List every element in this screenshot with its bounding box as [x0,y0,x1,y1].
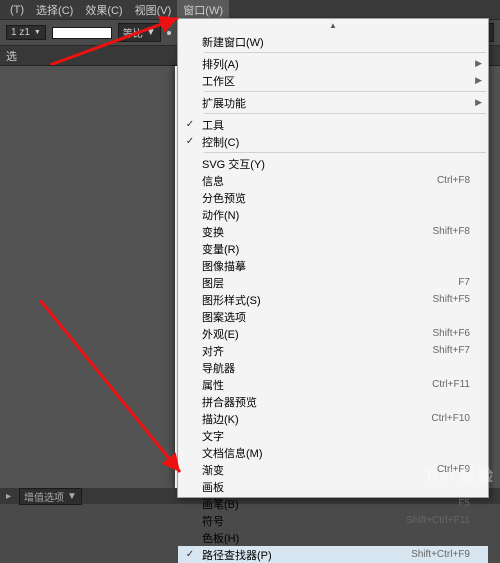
status-select[interactable]: 增值选项 ▼ [19,488,82,505]
menu-separator [204,91,486,92]
menu-item-label: 图案选项 [202,309,470,325]
window-menu-dropdown: ▲新建窗口(W)排列(A)▶工作区▶扩展功能▶✓工具✓控制(C)SVG 交互(Y… [177,18,489,498]
menu-item[interactable]: ✓控制(C) [178,133,488,150]
menu-item[interactable]: 属性Ctrl+F11 [178,376,488,393]
menu-item[interactable]: 图案选项 [178,308,488,325]
menu-item[interactable]: 拼合器预览 [178,393,488,410]
menu-item-label: 新建窗口(W) [202,34,470,50]
watermark: Bai 经验 [427,462,494,486]
menu-item-label: 对齐 [202,343,432,359]
menu-item[interactable]: ✓路径查找器(P)Shift+Ctrl+F9 [178,546,488,563]
menu-item[interactable]: 信息Ctrl+F8 [178,172,488,189]
menu-item[interactable]: 排列(A) ▶ [178,55,488,72]
menu-item-label: 工作区 [202,73,470,89]
menu-scroll-up[interactable]: ▲ [178,21,488,33]
menu-item-label: 变换 [202,224,432,240]
menu-item[interactable]: 变换Shift+F8 [178,223,488,240]
menu-item[interactable]: 变量(R) [178,240,488,257]
check-icon: ✓ [178,549,202,560]
menu-item-label: 分色预览 [202,190,470,206]
zoom-select[interactable]: 1 z1 ▼ [6,25,46,40]
caret-down-icon: ▼ [67,491,77,502]
menu-effect[interactable]: 效果(C) [79,0,128,20]
menu-separator [204,152,486,153]
menu-item[interactable]: 扩展功能 ▶ [178,94,488,111]
menu-item[interactable]: SVG 交互(Y) [178,155,488,172]
menu-shortcut: Ctrl+F8 [437,175,470,186]
menu-item-label: 导航器 [202,360,470,376]
submenu-arrow-icon: ▶ [475,58,482,69]
menu-item-label: 符号 [202,513,406,529]
menu-shortcut: Shift+Ctrl+F11 [406,515,470,526]
menu-item[interactable]: 动作(N) [178,206,488,223]
caret-down-icon: ▼ [146,27,156,38]
menu-item-label: 图层 [202,275,458,291]
menu-shortcut: Ctrl+F11 [432,379,470,390]
menu-item[interactable]: 导航器 [178,359,488,376]
ratio-label: 等比 [123,25,143,40]
menu-separator [204,52,486,53]
menu-item-label: 控制(C) [202,134,470,150]
menu-view[interactable]: 视图(V) [129,0,178,20]
menu-shortcut: Shift+F8 [432,226,470,237]
dot-icon [167,31,171,35]
menu-t[interactable]: (T) [4,2,30,18]
ratio-select[interactable]: 等比 ▼ [118,23,161,42]
menu-item-label: 动作(N) [202,207,470,223]
status-cursor-icon: ▸ [6,491,11,502]
menu-item[interactable]: 图像描摹 [178,257,488,274]
menu-separator [204,113,486,114]
menu-shortcut: Shift+F6 [432,328,470,339]
subbar-label: 选 [6,48,17,64]
check-icon: ✓ [178,119,202,130]
menu-item-label: 图形样式(S) [202,292,432,308]
menu-item-label: 图像描摹 [202,258,470,274]
menu-item-label: 渐变 [202,462,437,478]
menu-item-label: 变量(R) [202,241,470,257]
menu-item[interactable]: ✓工具 [178,116,488,133]
menu-shortcut: F7 [458,277,470,288]
menu-item-label: 描边(K) [202,411,431,427]
menu-shortcut: Shift+Ctrl+F9 [411,549,470,560]
menu-select[interactable]: 选择(C) [30,0,79,20]
menu-item[interactable]: 对齐Shift+F7 [178,342,488,359]
menu-shortcut: Shift+F5 [432,294,470,305]
menu-item[interactable]: 外观(E)Shift+F6 [178,325,488,342]
menu-shortcut: Shift+F7 [432,345,470,356]
menu-item[interactable]: 工作区 ▶ [178,72,488,89]
menubar: (T) 选择(C) 效果(C) 视图(V) 窗口(W) [0,0,500,20]
menu-item-label: 工具 [202,117,470,133]
menu-item[interactable]: 文档信息(M) [178,444,488,461]
menu-item-label: 外观(E) [202,326,432,342]
menu-item-label: SVG 交互(Y) [202,156,470,172]
menu-item-label: 属性 [202,377,432,393]
menu-item-label: 路径查找器(P) [202,547,411,563]
menu-item[interactable]: 符号Shift+Ctrl+F11 [178,512,488,529]
menu-item[interactable]: 图形样式(S)Shift+F5 [178,291,488,308]
zoom-value: 1 z1 [11,27,30,38]
menu-item[interactable]: 文字 [178,427,488,444]
menu-item[interactable]: 色板(H) [178,529,488,546]
menu-item[interactable]: 新建窗口(W) [178,33,488,50]
menu-item-label: 文档信息(M) [202,445,470,461]
check-icon: ✓ [178,136,202,147]
menu-item-label: 排列(A) [202,56,470,72]
menu-item[interactable]: 图层F7 [178,274,488,291]
menu-shortcut: Ctrl+F10 [431,413,470,424]
caret-down-icon: ▼ [34,29,41,36]
stroke-preview[interactable] [52,27,112,39]
menu-item-label: 色板(H) [202,530,470,546]
menu-item-label: 扩展功能 [202,95,470,111]
menu-item[interactable]: 分色预览 [178,189,488,206]
menu-window[interactable]: 窗口(W) [177,0,229,20]
menu-item[interactable]: 描边(K)Ctrl+F10 [178,410,488,427]
menu-item-label: 文字 [202,428,470,444]
submenu-arrow-icon: ▶ [475,97,482,108]
menu-item-label: 信息 [202,173,437,189]
menu-item-label: 拼合器预览 [202,394,470,410]
submenu-arrow-icon: ▶ [475,75,482,86]
